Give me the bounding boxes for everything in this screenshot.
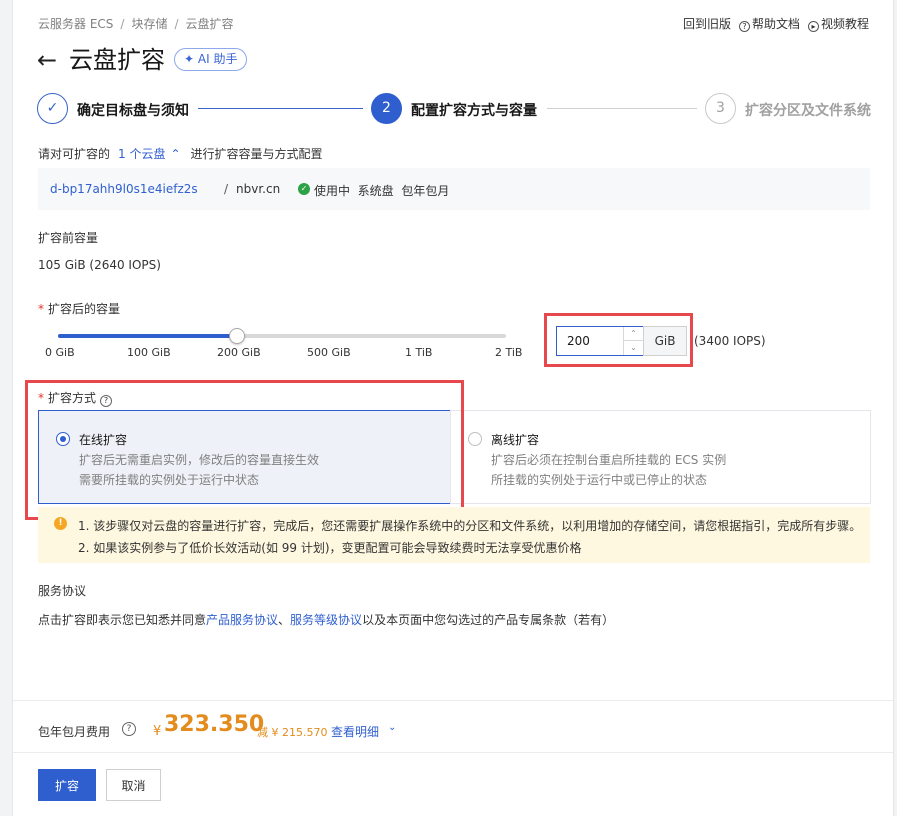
top-links: 回到旧版 ? 帮助文档 ▸ 视频教程 <box>683 15 869 32</box>
video-tutorial-link[interactable]: ▸ 视频教程 <box>807 15 869 32</box>
capacity-before-label: 扩容前容量 <box>38 231 99 245</box>
step-1-label: 确定目标盘与须知 <box>77 103 189 119</box>
help-icon: ? <box>738 21 750 32</box>
disk-info-box: d-bp17ahh9l0s1e4iefz2s / nbvr.cn ✓ 使用中 系… <box>38 168 870 210</box>
fee-label: 包年包月费用 <box>38 725 111 739</box>
offline-expand-desc-1: 扩容后必须在控制台重启所挂载的 ECS 实例 <box>491 453 727 467</box>
ai-assistant-button[interactable]: ✦ AI 助手 <box>174 48 248 71</box>
product-service-agreement-link[interactable]: 产品服务协议 <box>206 613 278 627</box>
breadcrumb: 云服务器 ECS / 块存储 / 云盘扩容 <box>38 17 234 31</box>
status-check-icon: ✓ <box>298 183 310 195</box>
slider-tick: 1 TiB <box>405 346 433 359</box>
breadcrumb-block-storage[interactable]: 块存储 <box>131 17 167 31</box>
offline-expand-option[interactable]: 离线扩容 扩容后必须在控制台重启所挂载的 ECS 实例 所挂载的实例处于运行中或… <box>450 410 871 504</box>
fee-detail-link[interactable]: 查看明细 <box>331 723 379 740</box>
disk-status: 使用中 <box>314 184 351 198</box>
step-connector-1 <box>198 108 363 109</box>
fee-discount: 减 ¥ 215.570 <box>257 726 328 739</box>
offline-expand-desc-2: 所挂载的实例处于运行中或已停止的状态 <box>491 473 708 487</box>
service-separator: 、 <box>278 613 291 627</box>
help-docs-link[interactable]: ? 帮助文档 <box>738 15 800 32</box>
notice-line-2: 2. 如果该实例参与了低价长效活动(如 99 计划)，变更配置可能会导致续费时无… <box>78 541 582 555</box>
step-2-number: 2 <box>371 93 402 124</box>
capacity-slider-fill <box>58 334 238 338</box>
step-3-number: 3 <box>705 93 736 124</box>
notice-box: ! 1. 该步骤仅对云盘的容量进行扩容，完成后，您还需要扩展操作系统中的分区和文… <box>38 507 870 563</box>
step-3-label: 扩容分区及文件系统 <box>745 103 871 119</box>
fee-help-icon[interactable]: ? <box>122 722 136 736</box>
disk-id-link[interactable]: d-bp17ahh9l0s1e4iefz2s <box>50 182 198 196</box>
disk-billing: 包年包月 <box>401 184 450 198</box>
slider-tick: 500 GiB <box>307 346 351 359</box>
old-version-link[interactable]: 回到旧版 <box>683 15 731 32</box>
chevron-up-icon[interactable]: ⌃ <box>170 147 180 161</box>
notice-line-1: 1. 该步骤仅对云盘的容量进行扩容，完成后，您还需要扩展操作系统中的分区和文件系… <box>78 519 862 533</box>
capacity-after-label-text: 扩容后的容量 <box>48 302 121 316</box>
slider-tick: 2 TiB <box>495 346 523 359</box>
cancel-button[interactable]: 取消 <box>106 769 161 801</box>
disk-selection-row: 请对可扩容的 1 个云盘 ⌃ 进行扩容容量与方式配置 <box>38 145 323 162</box>
video-tutorial-label: 视频教程 <box>820 17 869 31</box>
sparkle-icon: ✦ <box>184 52 195 66</box>
page-title: 云盘扩容 <box>69 46 165 74</box>
footer-divider <box>13 700 893 701</box>
breadcrumb-ecs[interactable]: 云服务器 ECS <box>38 17 113 31</box>
offline-expand-title: 离线扩容 <box>491 433 540 447</box>
disk-status-line: 使用中 系统盘 包年包月 <box>314 182 449 199</box>
expand-button[interactable]: 扩容 <box>38 769 96 801</box>
capacity-iops: (3400 IOPS) <box>694 334 766 348</box>
chevron-down-icon[interactable]: ⌄ <box>388 722 396 733</box>
main-panel: 云服务器 ECS / 块存储 / 云盘扩容 回到旧版 ? 帮助文档 ▸ 视频教程 ← 云盘扩… <box>12 0 894 816</box>
highlight-box-capacity <box>544 313 693 367</box>
slider-tick: 0 GiB <box>45 346 75 359</box>
highlight-box-method <box>25 380 464 520</box>
disk-type: 系统盘 <box>357 184 394 198</box>
service-agreement-title: 服务协议 <box>38 584 87 598</box>
step-1-check-icon: ✓ <box>37 93 68 124</box>
offline-expand-radio[interactable] <box>468 432 482 446</box>
disk-selection-prefix: 请对可扩容的 <box>38 147 111 161</box>
disk-count-link[interactable]: 1 个云盘 <box>118 147 165 161</box>
service-level-agreement-link[interactable]: 服务等级协议 <box>290 613 362 627</box>
back-arrow-icon[interactable]: ← <box>37 46 57 74</box>
service-agreement-text: 点击扩容即表示您已知悉并同意产品服务协议、服务等级协议以及本页面中您勾选过的产品… <box>38 611 614 628</box>
capacity-after-label: * 扩容后的容量 <box>38 302 121 316</box>
help-docs-label: 帮助文档 <box>751 17 800 31</box>
play-icon: ▸ <box>807 21 819 32</box>
slider-tick: 100 GiB <box>127 346 171 359</box>
breadcrumb-current: 云盘扩容 <box>185 17 234 31</box>
service-text-suffix: 以及本页面中您勾选过的产品专属条款（若有） <box>362 613 615 627</box>
left-strip <box>0 0 12 816</box>
service-text-prefix: 点击扩容即表示您已知悉并同意 <box>38 613 207 627</box>
ai-assistant-label: AI 助手 <box>197 52 238 66</box>
fee-price: 323.350 <box>164 712 265 737</box>
warning-icon: ! <box>54 517 67 530</box>
disk-separator: / <box>224 182 229 196</box>
disk-host: nbvr.cn <box>236 182 281 196</box>
step-connector-2 <box>547 108 697 109</box>
footer-divider-2 <box>13 752 893 753</box>
capacity-slider-handle[interactable] <box>229 328 246 344</box>
slider-tick: 200 GiB <box>217 346 261 359</box>
step-2-label: 配置扩容方式与容量 <box>411 103 537 119</box>
fee-currency: ¥ <box>153 724 162 739</box>
capacity-before-value: 105 GiB (2640 IOPS) <box>38 258 161 272</box>
disk-selection-suffix: 进行扩容容量与方式配置 <box>190 147 323 161</box>
